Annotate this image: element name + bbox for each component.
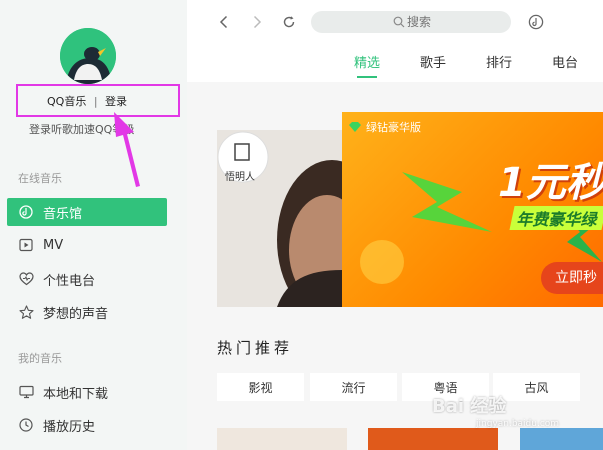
promo-headline: 1元秒 xyxy=(498,160,603,206)
sidebar-item-label: 个性电台 xyxy=(43,273,96,289)
promo-cta-button[interactable]: 立即秒 xyxy=(541,262,603,294)
sidebar-item-label: 音乐馆 xyxy=(43,206,83,222)
login-hint: 登录听歌加速QQ等级 xyxy=(29,123,135,136)
category-ancient-style[interactable]: 古风 xyxy=(493,373,580,401)
sidebar-item-label: MV xyxy=(43,237,64,253)
green-diamond-icon xyxy=(349,122,361,132)
music-note-circle-icon xyxy=(528,14,544,30)
tab-charts[interactable]: 排行 xyxy=(486,52,512,71)
music-recognize-button[interactable] xyxy=(526,12,546,32)
sidebar-item-play-history[interactable]: 播放历史 xyxy=(7,411,167,439)
monitor-icon xyxy=(18,384,34,400)
sidebar-item-label: 本地和下载 xyxy=(43,386,109,402)
star-icon xyxy=(18,304,34,320)
search-icon xyxy=(393,16,405,28)
chevron-right-icon xyxy=(253,15,262,29)
category-film[interactable]: 影视 xyxy=(217,373,304,401)
section-title-online-music: 在线音乐 xyxy=(18,172,62,185)
app-name: QQ音乐 xyxy=(47,95,87,108)
sidebar: QQ音乐 | 登录 登录听歌加速QQ等级 在线音乐 音乐馆 MV 个性电台 梦想… xyxy=(0,0,187,450)
refresh-icon xyxy=(283,16,295,28)
music-hall-icon xyxy=(18,204,34,220)
sidebar-item-personal-radio[interactable]: 个性电台 xyxy=(7,265,167,293)
heart-radio-icon xyxy=(18,271,34,287)
playlist-thumb-2[interactable] xyxy=(368,428,498,450)
login-row: QQ音乐 | 登录 xyxy=(47,93,127,109)
login-link[interactable]: 登录 xyxy=(105,93,127,109)
clock-icon xyxy=(18,417,34,433)
banner-side-image[interactable]: 悟明人 xyxy=(217,130,342,307)
sidebar-item-dream-voice[interactable]: 梦想的声音 xyxy=(7,298,167,326)
sidebar-item-local-download[interactable]: 本地和下载 xyxy=(7,378,167,406)
back-button[interactable] xyxy=(214,12,234,32)
playlist-thumb-3[interactable] xyxy=(520,428,603,450)
banner-promo[interactable]: 绿钻豪华版 1元秒 年费豪华绿 立即秒 xyxy=(342,112,603,307)
avatar[interactable] xyxy=(60,28,116,84)
sidebar-item-mv[interactable]: MV xyxy=(7,231,167,259)
mv-icon xyxy=(18,237,34,253)
category-pop[interactable]: 流行 xyxy=(310,373,397,401)
section-title-my-music: 我的音乐 xyxy=(18,352,62,365)
tab-radio[interactable]: 电台 xyxy=(552,52,578,71)
main-content: 悟明人 绿钻豪华版 1元秒 年费豪华绿 立即秒 热门推荐 影视 流行 粤语 古风 xyxy=(187,82,603,450)
sidebar-item-label: 梦想的声音 xyxy=(43,306,109,322)
person-photo-icon xyxy=(217,130,342,307)
penguin-avatar-icon xyxy=(60,28,116,84)
search-input[interactable] xyxy=(311,11,511,33)
tab-active-indicator xyxy=(357,76,377,78)
separator: | xyxy=(93,95,98,108)
forward-button[interactable] xyxy=(247,12,267,32)
chevron-left-icon xyxy=(219,15,228,29)
refresh-button[interactable] xyxy=(279,12,299,32)
promo-subline: 年费豪华绿 xyxy=(509,206,603,230)
playlist-thumb-1[interactable] xyxy=(217,428,347,450)
sidebar-item-music-hall[interactable]: 音乐馆 xyxy=(7,198,167,226)
topbar: 精选 歌手 排行 电台 xyxy=(187,0,603,82)
tab-featured[interactable]: 精选 xyxy=(354,52,380,71)
vip-badge: 绿钻豪华版 xyxy=(348,119,421,135)
banner-side-logo-text: 悟明人 xyxy=(225,172,255,183)
category-cantonese[interactable]: 粤语 xyxy=(402,373,489,401)
sidebar-item-label: 播放历史 xyxy=(43,419,96,435)
tab-singers[interactable]: 歌手 xyxy=(420,52,446,71)
hot-recommend-title: 热门推荐 xyxy=(217,339,294,357)
